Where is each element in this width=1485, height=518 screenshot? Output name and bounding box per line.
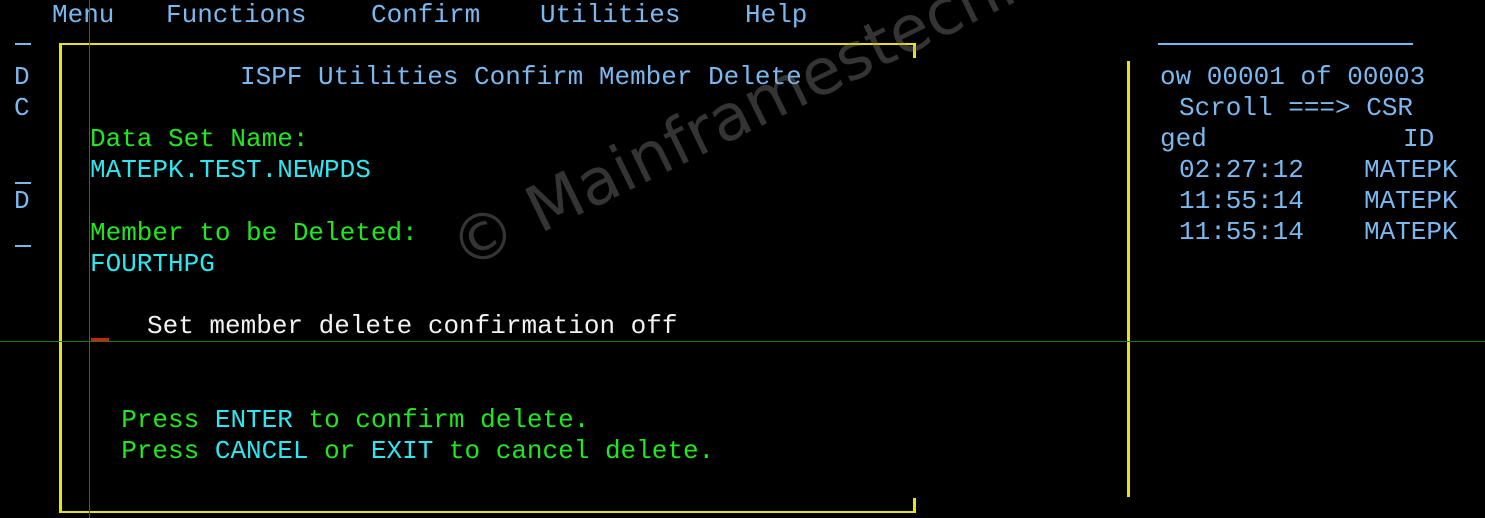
underlying-panel-border <box>1127 61 1130 497</box>
menu-item-confirm[interactable]: Confirm <box>371 0 480 31</box>
row-info: ow 00001 of 00003 <box>1160 62 1426 92</box>
column-header-id: ID <box>1403 124 1435 154</box>
crosshair-horizontal <box>0 341 1485 342</box>
cancel-key-label: CANCEL <box>214 436 309 466</box>
member-row-id: MATEPK <box>1364 186 1458 216</box>
instruction-cancel-pre: Press <box>121 436 215 466</box>
member-row-time: 02:27:12 <box>1179 155 1304 185</box>
confirm-off-option-label: Set member delete confirmation off <box>147 311 678 341</box>
popup-border-right-top <box>913 43 916 58</box>
instruction-confirm: Press ENTER to confirm delete. <box>90 374 589 435</box>
instruction-cancel: Press CANCEL or EXIT to cancel delete. <box>90 405 714 466</box>
underlying-line-command-3[interactable]: D <box>14 186 30 217</box>
instruction-cancel-mid: or <box>308 436 371 466</box>
crosshair-vertical <box>89 0 90 518</box>
column-header-changed: ged <box>1160 124 1207 154</box>
popup-border-left <box>59 43 62 513</box>
menu-item-menu[interactable]: Menu <box>52 0 114 31</box>
underlying-input-underscore[interactable] <box>15 43 31 45</box>
underlying-line-command-2[interactable]: C <box>14 93 30 124</box>
member-value: FOURTHPG <box>90 249 215 279</box>
underlying-overline <box>15 182 31 184</box>
underlying-input-underscore-2[interactable] <box>15 245 31 247</box>
member-row-time: 11:55:14 <box>1179 186 1304 216</box>
instruction-cancel-post: to cancel delete. <box>433 436 715 466</box>
popup-border-right-bottom <box>913 498 916 513</box>
scroll-label: Scroll ===> CSR <box>1179 93 1414 123</box>
menu-item-utilities[interactable]: Utilities <box>540 0 680 31</box>
command-input-underline[interactable] <box>1158 43 1413 45</box>
member-label: Member to be Deleted: <box>90 218 418 248</box>
member-row-id: MATEPK <box>1364 155 1458 185</box>
menu-item-help[interactable]: Help <box>745 0 807 31</box>
underlying-line-command-1[interactable]: D <box>14 62 30 93</box>
menu-item-functions[interactable]: Functions <box>166 0 306 31</box>
exit-key-label: EXIT <box>370 436 434 466</box>
member-row-id: MATEPK <box>1364 217 1458 247</box>
member-row-time: 11:55:14 <box>1179 217 1304 247</box>
popup-border-bottom <box>59 511 916 513</box>
popup-border-top <box>59 43 916 45</box>
data-set-name-value: MATEPK.TEST.NEWPDS <box>90 155 371 185</box>
popup-title: ISPF Utilities Confirm Member Delete <box>240 62 802 92</box>
data-set-name-label: Data Set Name: <box>90 124 309 154</box>
